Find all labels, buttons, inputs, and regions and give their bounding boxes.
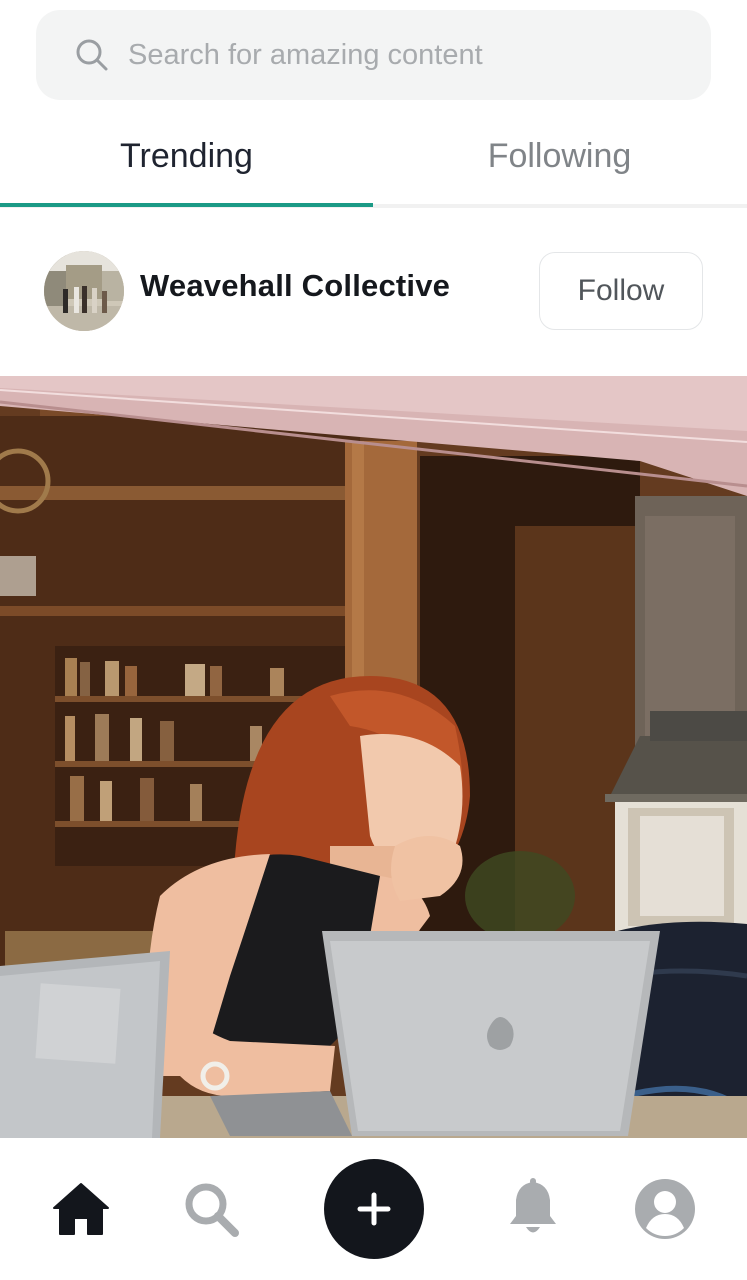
author-name[interactable]: Weavehall Collective: [140, 268, 450, 304]
bell-icon: [510, 1178, 556, 1233]
search-icon: [185, 1183, 239, 1237]
home-icon: [53, 1183, 109, 1235]
feed-tabs: Trending Following: [0, 108, 747, 208]
bottom-nav: [0, 1138, 747, 1280]
nav-notifications-button[interactable]: [504, 1178, 562, 1238]
nav-home-button[interactable]: [52, 1180, 110, 1238]
nav-profile-button[interactable]: [634, 1178, 696, 1240]
tab-following[interactable]: Following: [373, 108, 746, 204]
search-input[interactable]: [128, 38, 688, 72]
nav-search-button[interactable]: [182, 1180, 240, 1238]
active-tab-indicator: [0, 203, 373, 207]
avatar[interactable]: [44, 251, 124, 331]
search-bar[interactable]: [36, 10, 711, 100]
follow-button[interactable]: Follow: [539, 252, 703, 330]
create-post-button[interactable]: [324, 1159, 424, 1259]
profile-icon: [635, 1179, 695, 1239]
tab-trending[interactable]: Trending: [0, 108, 373, 204]
plus-icon: [357, 1192, 391, 1226]
search-icon: [74, 37, 110, 73]
post-header: Weavehall Collective Follow: [0, 250, 747, 332]
post-image[interactable]: [0, 376, 747, 1138]
